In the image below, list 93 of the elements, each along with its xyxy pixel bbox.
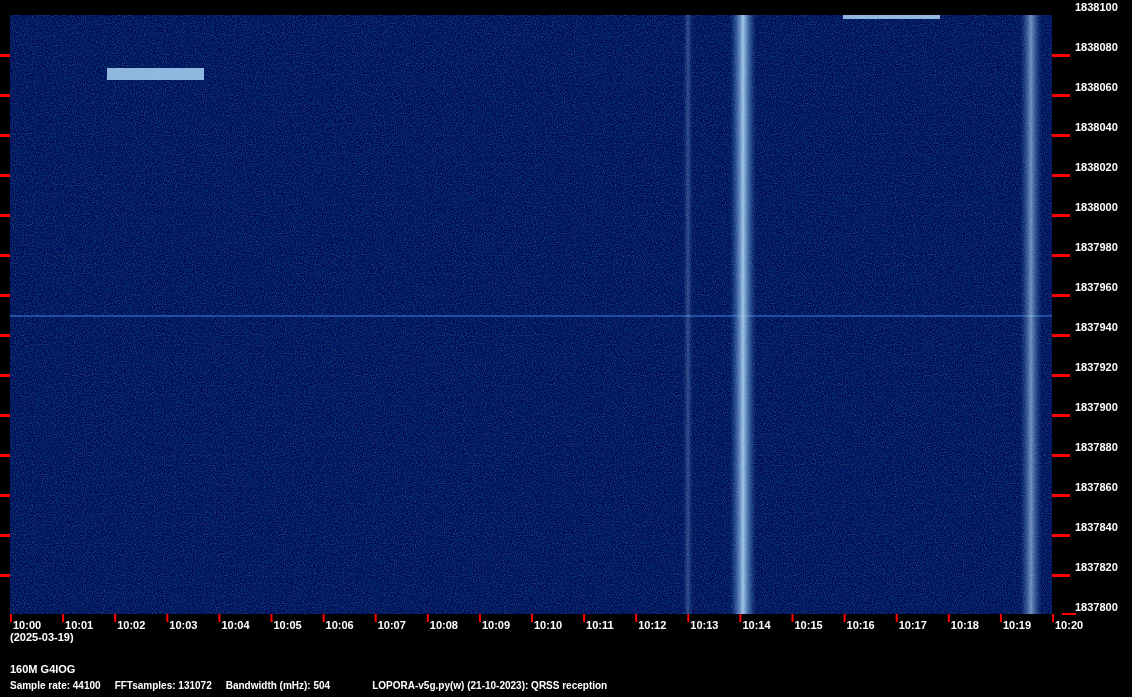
info-text: Bandwidth (mHz): 504 — [225, 681, 331, 691]
axis-tick — [10, 614, 12, 622]
axis-tick — [0, 494, 10, 497]
time-label: 10:00 — [13, 620, 42, 631]
axis-tick — [0, 334, 10, 337]
axis-tick — [1052, 254, 1070, 257]
info-text: LOPORA-v5g.py(w) (21-10-2023): QRSS reception — [372, 681, 608, 691]
axis-tick — [62, 614, 65, 622]
axis-tick — [999, 614, 1002, 622]
time-label: 10:19 — [1002, 620, 1032, 631]
axis-tick — [739, 614, 742, 622]
frequency-label: 1837840 — [1075, 522, 1118, 533]
info-text: FFTsamples: 131072 — [114, 681, 212, 691]
axis-tick — [0, 534, 10, 537]
axis-tick — [322, 614, 325, 622]
axis-tick — [1052, 134, 1070, 137]
station-label: 160M G4IOG — [10, 664, 76, 675]
frequency-label: 1838060 — [1075, 82, 1118, 93]
frequency-label: 1837860 — [1075, 482, 1118, 493]
time-label: 10:13 — [690, 620, 719, 631]
axis-tick — [426, 614, 429, 622]
axis-tick — [1052, 294, 1070, 297]
axis-tick — [374, 614, 377, 622]
time-label: 10:20 — [1055, 620, 1084, 631]
axis-tick — [218, 614, 221, 622]
axis-tick — [478, 614, 481, 622]
info-text: Sample rate: 44100 — [10, 681, 101, 691]
axis-tick — [1052, 454, 1070, 457]
axis-tick — [895, 614, 898, 622]
axis-tick — [947, 614, 950, 622]
time-label: 10:04 — [221, 620, 250, 631]
frequency-label: 1838080 — [1075, 42, 1118, 53]
frequency-label: 1837940 — [1075, 322, 1118, 333]
frequency-label: 1838100 — [1075, 2, 1118, 13]
axis-tick — [0, 374, 10, 377]
axis-tick — [1052, 614, 1054, 622]
axis-tick — [1052, 494, 1070, 497]
axis-tick — [0, 454, 10, 457]
axis-tick — [166, 614, 169, 622]
axis-tick — [270, 614, 273, 622]
axis-tick — [1062, 613, 1076, 615]
axis-tick — [583, 614, 586, 622]
frequency-label: 1837960 — [1075, 282, 1118, 293]
axis-tick — [0, 54, 10, 57]
time-label: 10:17 — [898, 620, 927, 631]
time-label: 10:08 — [429, 620, 458, 631]
frequency-label: 1837900 — [1075, 402, 1118, 413]
time-label: 10:07 — [377, 620, 406, 631]
axis-tick — [0, 214, 10, 217]
axis-tick — [0, 94, 10, 97]
frequency-label: 1837920 — [1075, 362, 1118, 373]
axis-tick — [0, 134, 10, 137]
axis-tick — [791, 614, 794, 622]
axis-tick — [1052, 334, 1070, 337]
frequency-label: 1838040 — [1075, 122, 1118, 133]
axis-tick — [0, 174, 10, 177]
time-label: 10:12 — [638, 620, 667, 631]
time-label: 10:05 — [273, 620, 302, 631]
axis-tick — [0, 254, 10, 257]
time-label: 10:06 — [325, 620, 354, 631]
axis-tick — [1052, 174, 1070, 177]
frequency-label: 1838000 — [1075, 202, 1118, 213]
axis-tick — [114, 614, 117, 622]
time-label: 10:10 — [534, 620, 563, 631]
axis-tick — [843, 614, 846, 622]
frequency-label: 1837800 — [1075, 602, 1118, 613]
time-label: 10:15 — [794, 620, 823, 631]
axis-tick — [1052, 54, 1070, 57]
axis-tick — [635, 614, 638, 622]
axis-tick — [0, 574, 10, 577]
axis-tick — [0, 414, 10, 417]
time-label: 10:09 — [481, 620, 511, 631]
axis-tick — [1052, 534, 1070, 537]
time-label: 10:01 — [65, 620, 94, 631]
time-label: 10:03 — [169, 620, 198, 631]
axis-tick — [531, 614, 533, 622]
frequency-label: 1837820 — [1075, 562, 1118, 573]
frequency-label: 1837980 — [1075, 242, 1118, 253]
time-label: 10:16 — [846, 620, 875, 631]
axis-tick — [1052, 214, 1070, 217]
date-label: (2025-03-19) — [10, 632, 74, 643]
time-label: 10:02 — [117, 620, 146, 631]
frequency-label: 1838020 — [1075, 162, 1118, 173]
axis-tick — [1052, 414, 1070, 417]
axis-tick — [1052, 374, 1070, 377]
frequency-label: 1837880 — [1075, 442, 1118, 453]
time-label: 10:11 — [586, 620, 614, 631]
time-label: 10:14 — [742, 620, 771, 631]
axis-tick — [1052, 94, 1070, 97]
axis-tick — [687, 614, 690, 622]
axis-tick — [0, 294, 10, 297]
time-label: 10:18 — [950, 620, 979, 631]
axis-tick — [1052, 574, 1070, 577]
